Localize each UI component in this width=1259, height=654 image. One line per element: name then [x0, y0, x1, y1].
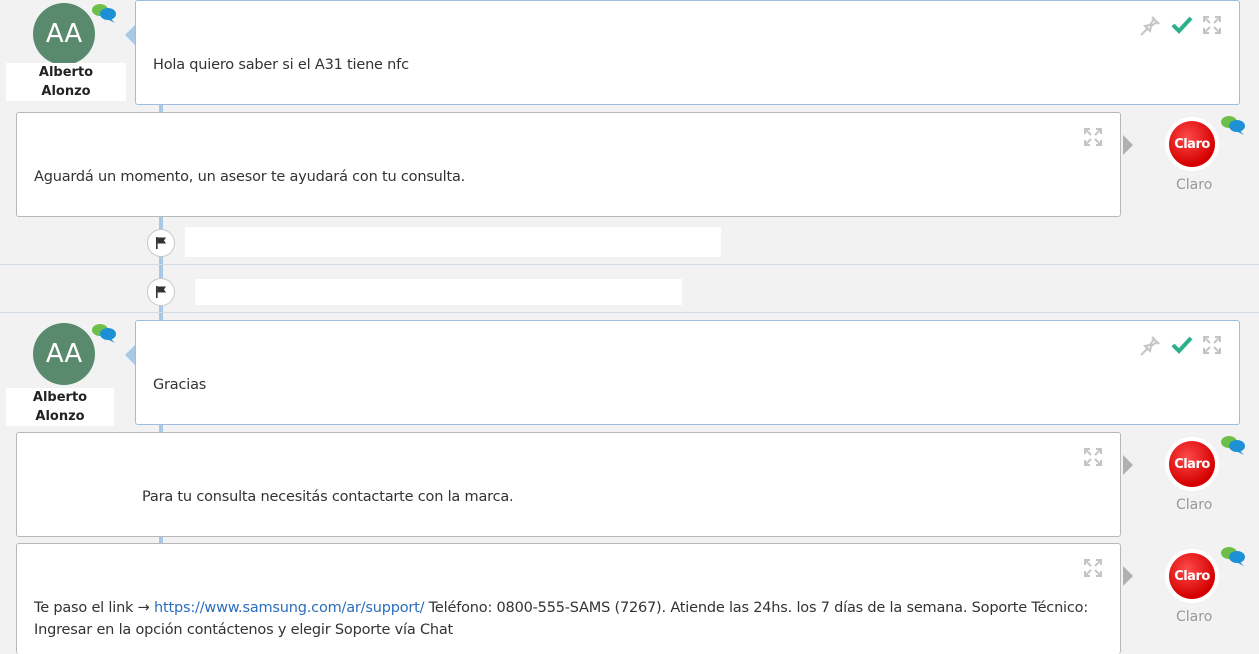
message-text: Aguardá un momento, un asesor te ayudará…	[34, 169, 466, 185]
bubble-pointer	[125, 345, 135, 365]
avatar: AA	[33, 3, 95, 65]
author-name: Claro	[1176, 177, 1213, 193]
claro-logo: Claro	[1165, 437, 1219, 491]
chat-bubbles-icon	[1221, 116, 1245, 135]
message-text-part: Teléfono: 0800-555-SAMS (7267). Atiende …	[424, 600, 1089, 616]
chat-bubbles-icon	[92, 4, 116, 23]
claro-logo: Claro	[1165, 549, 1219, 603]
bubble-pointer	[1123, 566, 1133, 586]
check-icon[interactable]	[1171, 15, 1193, 35]
event-content	[195, 279, 682, 305]
expand-icon[interactable]	[1083, 447, 1103, 467]
claro-logo-text: Claro	[1169, 441, 1215, 487]
author-name: Claro	[1176, 609, 1213, 625]
avatar-initials: AA	[45, 339, 83, 369]
author-name: Claro	[1176, 497, 1213, 513]
author-name: Alberto Alonzo	[6, 388, 114, 426]
expand-icon[interactable]	[1202, 15, 1222, 35]
expand-icon[interactable]	[1083, 558, 1103, 578]
avatar-initials: AA	[45, 19, 83, 49]
message-text-part: Te paso el link →	[34, 600, 155, 616]
message-card[interactable]: Hola quiero saber si el A31 tiene nfc	[135, 0, 1240, 105]
message-text: Gracias	[153, 377, 207, 393]
claro-logo-text: Claro	[1169, 121, 1215, 167]
message-text: Hola quiero saber si el A31 tiene nfc	[153, 57, 409, 73]
bubble-pointer	[1123, 455, 1133, 475]
claro-logo-text: Claro	[1169, 553, 1215, 599]
chat-bubbles-icon	[92, 324, 116, 343]
message-text-line2: Ingresar en la opción contáctenos y eleg…	[34, 622, 454, 638]
check-icon[interactable]	[1171, 335, 1193, 355]
flag-icon	[156, 286, 166, 298]
message-card[interactable]: Para tu consulta necesitás contactarte c…	[16, 432, 1121, 537]
expand-icon[interactable]	[1083, 127, 1103, 147]
message-text: Te paso el link → https://www.samsung.co…	[34, 597, 1088, 619]
flag-icon	[156, 237, 166, 249]
message-card[interactable]: Te paso el link → https://www.samsung.co…	[16, 543, 1121, 654]
pin-icon[interactable]	[1139, 15, 1161, 37]
event-content	[185, 227, 721, 257]
support-link[interactable]: https://www.samsung.com/ar/support/	[154, 600, 424, 616]
message-text: Para tu consulta necesitás contactarte c…	[142, 489, 514, 505]
author-name: Alberto Alonzo	[6, 63, 126, 101]
avatar: AA	[33, 323, 95, 385]
chat-bubbles-icon	[1221, 547, 1245, 566]
pin-icon[interactable]	[1139, 335, 1161, 357]
chat-bubbles-icon	[1221, 436, 1245, 455]
expand-icon[interactable]	[1202, 335, 1222, 355]
message-card[interactable]: Gracias	[135, 320, 1240, 425]
bubble-pointer	[125, 25, 135, 45]
message-card[interactable]: Aguardá un momento, un asesor te ayudará…	[16, 112, 1121, 217]
bubble-pointer	[1123, 135, 1133, 155]
claro-logo: Claro	[1165, 117, 1219, 171]
flag-button[interactable]	[147, 229, 175, 257]
flag-button[interactable]	[147, 278, 175, 306]
